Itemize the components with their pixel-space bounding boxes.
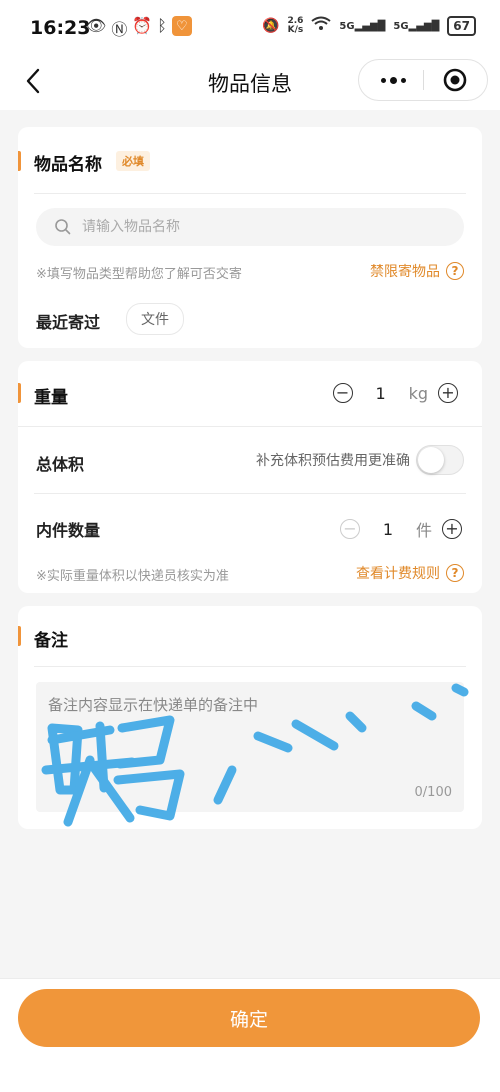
- item-name-heading: 物品名称: [34, 155, 102, 175]
- count-stepper: − 1 件 +: [339, 517, 462, 541]
- recent-label: 最近寄过: [36, 313, 101, 332]
- volume-label: 总体积: [36, 455, 85, 474]
- item-name-card: 物品名称 必填 ※填写物品类型帮助您了解可否交寄 禁限寄物品 ? 最近寄过 文件: [18, 127, 482, 348]
- bluetooth-icon: ᛒ: [157, 16, 167, 35]
- status-left-icons: 👁 Ⓝ ⏰ ᛒ ♡: [86, 16, 192, 40]
- weight-note: ※实际重量体积以快递员核实为准: [36, 569, 229, 584]
- recent-chip-file[interactable]: 文件: [126, 303, 184, 335]
- weight-card: 重量 − 1 kg + 总体积 补充体积预估费用更准确 内件数量 − 1 件 +…: [18, 361, 482, 593]
- divider: [34, 493, 466, 494]
- section-accent-bar: [18, 151, 21, 171]
- count-plus-button[interactable]: +: [442, 519, 462, 539]
- item-search-box[interactable]: [36, 208, 464, 246]
- remark-card: 备注 备注内容显示在快递单的备注中 0/100: [18, 606, 482, 829]
- section-accent-bar: [18, 383, 21, 403]
- nfc-icon: Ⓝ: [111, 20, 128, 39]
- close-miniapp-button[interactable]: [443, 68, 467, 92]
- weight-minus-button[interactable]: −: [332, 383, 353, 403]
- status-right-icons: 🔕 2.6 K/s 5G▂▄▆█ 5G▂▄▆█ 67: [262, 16, 476, 36]
- count-minus-button[interactable]: −: [339, 519, 360, 539]
- question-icon: ?: [446, 262, 464, 280]
- eye-icon: 👁: [86, 16, 107, 35]
- volume-toggle[interactable]: [416, 445, 464, 475]
- confirm-button[interactable]: 确定: [18, 989, 480, 1047]
- signal-1-icon: 5G▂▄▆█: [339, 20, 386, 32]
- net-speed: 2.6 K/s: [287, 16, 304, 35]
- remark-placeholder: 备注内容显示在快递单的备注中: [48, 696, 259, 714]
- app-notification-icon: ♡: [171, 16, 192, 36]
- divider: [34, 193, 466, 194]
- weight-stepper: − 1 kg +: [332, 383, 458, 403]
- count-value[interactable]: 1: [360, 520, 416, 539]
- status-bar: 16:23 👁 Ⓝ ⏰ ᛒ ♡ 🔕 2.6 K/s 5G▂▄▆█ 5G▂▄▆█ 6…: [0, 0, 500, 58]
- capsule-divider: [423, 70, 424, 90]
- mute-icon: 🔕: [262, 18, 280, 34]
- weight-unit: kg: [408, 383, 428, 403]
- count-unit: 件: [415, 521, 432, 540]
- fee-rules-link[interactable]: 查看计费规则 ?: [356, 563, 464, 583]
- toggle-knob: [418, 447, 444, 473]
- signal-2-icon: 5G▂▄▆█: [393, 20, 440, 32]
- item-hint: ※填写物品类型帮助您了解可否交寄: [36, 267, 242, 282]
- count-label: 内件数量: [36, 521, 101, 540]
- status-time: 16:23: [30, 17, 91, 39]
- nav-bar: 物品信息: [0, 58, 500, 110]
- weight-label: 重量: [34, 388, 68, 408]
- battery-icon: 67: [447, 16, 476, 36]
- remark-counter: 0/100: [414, 785, 452, 800]
- restricted-items-label: 禁限寄物品: [370, 264, 440, 280]
- section-accent-bar: [18, 626, 21, 646]
- alarm-icon: ⏰: [132, 16, 153, 35]
- more-button[interactable]: [375, 70, 411, 90]
- restricted-items-link[interactable]: 禁限寄物品 ?: [370, 261, 464, 281]
- weight-plus-button[interactable]: +: [438, 383, 458, 403]
- question-icon: ?: [446, 564, 464, 582]
- volume-hint: 补充体积预估费用更准确: [256, 453, 410, 469]
- fee-rules-label: 查看计费规则: [356, 566, 440, 582]
- required-tag: 必填: [116, 151, 150, 171]
- divider: [34, 666, 466, 667]
- remark-heading: 备注: [34, 631, 68, 651]
- volume-toggle-row: 补充体积预估费用更准确: [256, 445, 464, 475]
- footer-bar: 确定: [0, 978, 500, 1092]
- item-name-input[interactable]: [80, 218, 464, 236]
- miniapp-capsule: [358, 59, 488, 101]
- wifi-icon: [311, 16, 332, 36]
- remark-textarea[interactable]: 备注内容显示在快递单的备注中 0/100: [36, 682, 464, 812]
- weight-value[interactable]: 1: [353, 384, 409, 403]
- search-icon: [55, 219, 71, 235]
- divider: [18, 426, 482, 427]
